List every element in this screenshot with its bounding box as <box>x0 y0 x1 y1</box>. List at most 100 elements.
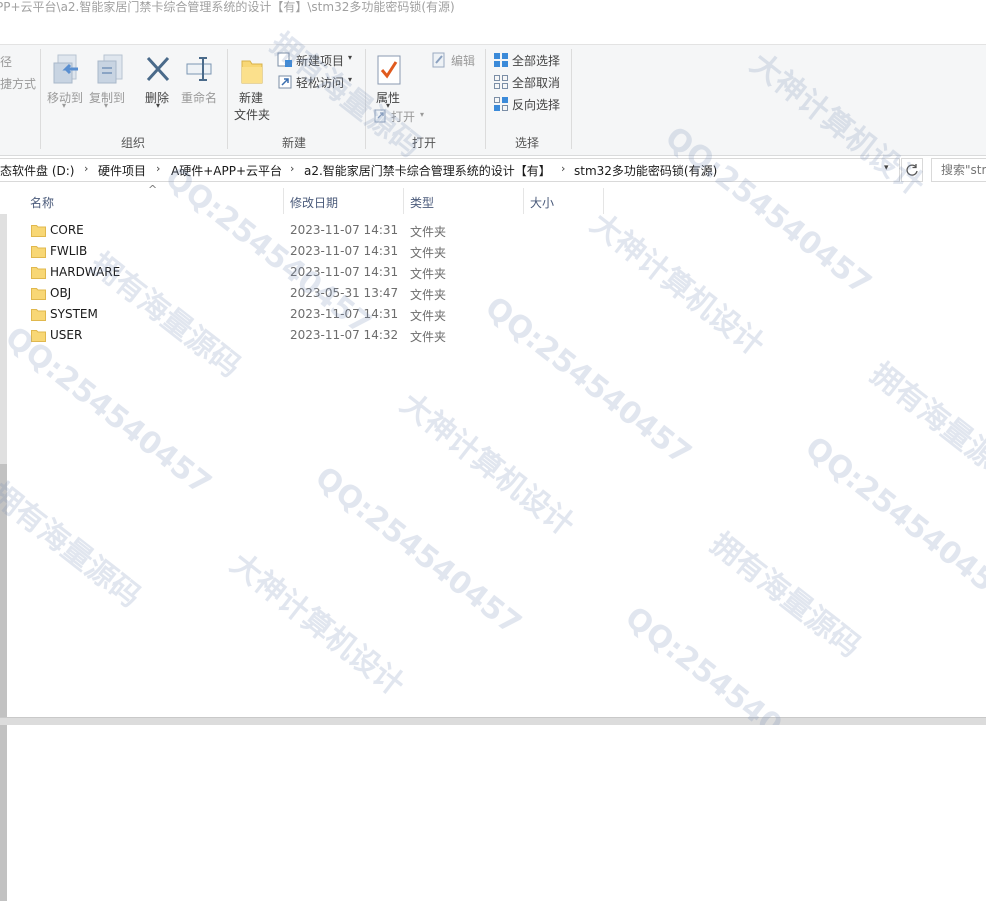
folder-icon <box>31 246 46 258</box>
open-group-label: 打开 <box>412 136 437 150</box>
clipboard-partial-2[interactable]: 捷方式 <box>0 75 36 92</box>
organize-group-label: 组织 <box>121 136 146 150</box>
column-header-name[interactable]: 名称 <box>30 194 54 211</box>
easy-access-label: 轻松访问 <box>296 76 345 90</box>
column-divider[interactable] <box>523 188 524 214</box>
file-type: 文件夹 <box>410 246 447 260</box>
file-name: CORE <box>50 223 84 237</box>
clipboard-partial-1[interactable]: 径 <box>0 53 12 70</box>
watermark-text: 大神计算机设计 <box>223 546 411 704</box>
folder-icon <box>31 225 46 237</box>
ribbon-separator <box>227 49 228 149</box>
select-none-label: 全部取消 <box>512 76 561 90</box>
file-name: OBJ <box>50 286 72 300</box>
watermark-text: QQ:254540457 <box>478 290 698 473</box>
address-bar[interactable]: 态软件盘 (D:) › 硬件项目 › A硬件+APP+云平台 › a2.智能家居… <box>0 158 900 182</box>
file-row-system[interactable]: SYSTEM 2023-11-07 14:31 文件夹 <box>22 304 462 325</box>
column-header-size[interactable]: 大小 <box>530 194 554 211</box>
watermark-text: 拥有海量源码 <box>863 356 986 495</box>
file-name: USER <box>50 328 83 342</box>
open-icon <box>374 109 386 123</box>
column-divider[interactable] <box>283 188 284 214</box>
navigation-pane-scrollbar[interactable] <box>0 214 7 901</box>
breadcrumb-access-system[interactable]: a2.智能家居门禁卡综合管理系统的设计【有】 <box>304 162 551 179</box>
search-input[interactable] <box>941 163 986 177</box>
file-row-hardware[interactable]: HARDWARE 2023-11-07 14:31 文件夹 <box>22 262 462 283</box>
file-row-fwlib[interactable]: FWLIB 2023-11-07 14:31 文件夹 <box>22 241 462 262</box>
search-box[interactable] <box>931 158 986 182</box>
column-header-row: ^ 名称 修改日期 类型 大小 <box>0 183 986 214</box>
breadcrumb-chevron-icon[interactable]: › <box>156 162 160 175</box>
file-name: FWLIB <box>50 244 88 258</box>
file-modified: 2023-11-07 14:31 <box>290 307 399 321</box>
column-header-type[interactable]: 类型 <box>410 194 434 211</box>
invert-selection-label: 反向选择 <box>512 98 561 112</box>
delete-x-icon <box>146 56 170 82</box>
file-modified: 2023-11-07 14:31 <box>290 244 399 258</box>
rename-label: 重命名 <box>181 91 218 105</box>
column-divider[interactable] <box>403 188 404 214</box>
easy-access-icon <box>278 75 292 89</box>
watermark-text: 拥有海量源码 <box>0 476 147 615</box>
delete-dropdown-icon: ▾ <box>156 101 161 110</box>
breadcrumb-drive[interactable]: 态软件盘 (D:) <box>0 162 74 179</box>
select-all-label: 全部选择 <box>512 54 561 68</box>
file-row-core[interactable]: CORE 2023-11-07 14:31 文件夹 <box>22 220 462 241</box>
new-item-icon <box>277 52 292 67</box>
column-header-modified[interactable]: 修改日期 <box>290 194 338 211</box>
ribbon-separator <box>40 49 41 149</box>
invert-selection-icon <box>494 97 508 111</box>
ribbon-separator <box>365 49 366 149</box>
watermark-text: QQ:254540457 <box>798 430 986 613</box>
file-type: 文件夹 <box>410 330 447 344</box>
refresh-icon <box>906 164 918 176</box>
open-label: 打开 <box>391 110 416 124</box>
breadcrumb-current-folder[interactable]: stm32多功能密码锁(有源) <box>574 162 717 179</box>
select-group-label: 选择 <box>515 136 540 150</box>
breadcrumb-chevron-icon[interactable]: › <box>290 162 294 175</box>
file-type: 文件夹 <box>410 309 447 323</box>
breadcrumb-hardware-projects[interactable]: 硬件项目 <box>98 162 146 179</box>
file-modified: 2023-11-07 14:32 <box>290 328 399 342</box>
watermark-text: QQ:254540457 <box>0 320 218 503</box>
watermark-text: QQ:254540457 <box>308 460 528 643</box>
new-folder-label-1: 新建 <box>239 91 264 105</box>
copy-to-icon <box>97 54 123 84</box>
address-history-chevron-down-icon[interactable]: ▾ <box>884 163 889 173</box>
file-name: HARDWARE <box>50 265 121 279</box>
folder-icon <box>31 330 46 342</box>
ribbon: 径 捷方式 移动到 ▾ 复制到 ▾ 删除 ▾ 重命名 组织 新建 文件夹 新建项… <box>0 44 986 156</box>
file-modified: 2023-05-31 13:47 <box>290 286 399 300</box>
address-bar-row: 态软件盘 (D:) › 硬件项目 › A硬件+APP+云平台 › a2.智能家居… <box>0 158 986 182</box>
breadcrumb-app-cloud[interactable]: A硬件+APP+云平台 <box>171 162 282 179</box>
file-modified: 2023-11-07 14:31 <box>290 265 399 279</box>
ribbon-separator <box>485 49 486 149</box>
watermark-text: 大神计算机设计 <box>393 386 581 544</box>
scrollbar-thumb[interactable] <box>0 464 7 901</box>
column-divider[interactable] <box>603 188 604 214</box>
select-all-icon <box>494 53 508 67</box>
copy-to-dropdown-icon: ▾ <box>104 101 109 110</box>
ribbon-separator <box>571 49 572 149</box>
file-row-user[interactable]: USER 2023-11-07 14:32 文件夹 <box>22 325 462 346</box>
new-item-dropdown-icon: ▾ <box>348 53 353 62</box>
easy-access-dropdown-icon: ▾ <box>348 75 353 84</box>
file-row-obj[interactable]: OBJ 2023-05-31 13:47 文件夹 <box>22 283 462 304</box>
breadcrumb-chevron-icon[interactable]: › <box>561 162 565 175</box>
file-type: 文件夹 <box>410 267 447 281</box>
window-title: PP+云平台\a2.智能家居门禁卡综合管理系统的设计【有】\stm32多功能密码… <box>0 0 455 14</box>
new-item-label: 新建项目 <box>296 54 345 68</box>
sort-ascending-icon: ^ <box>148 183 158 196</box>
breadcrumb-chevron-icon[interactable]: › <box>84 162 88 175</box>
file-name: SYSTEM <box>50 307 98 321</box>
title-bar: PP+云平台\a2.智能家居门禁卡综合管理系统的设计【有】\stm32多功能密码… <box>0 0 986 44</box>
file-type: 文件夹 <box>410 225 447 239</box>
folder-icon <box>31 288 46 300</box>
edit-icon <box>432 52 445 68</box>
file-modified: 2023-11-07 14:31 <box>290 223 399 237</box>
refresh-button[interactable] <box>901 158 923 182</box>
select-none-icon <box>494 75 508 89</box>
open-dropdown-icon: ▾ <box>420 110 425 119</box>
new-folder-icon <box>241 60 263 84</box>
properties-icon <box>377 55 401 85</box>
